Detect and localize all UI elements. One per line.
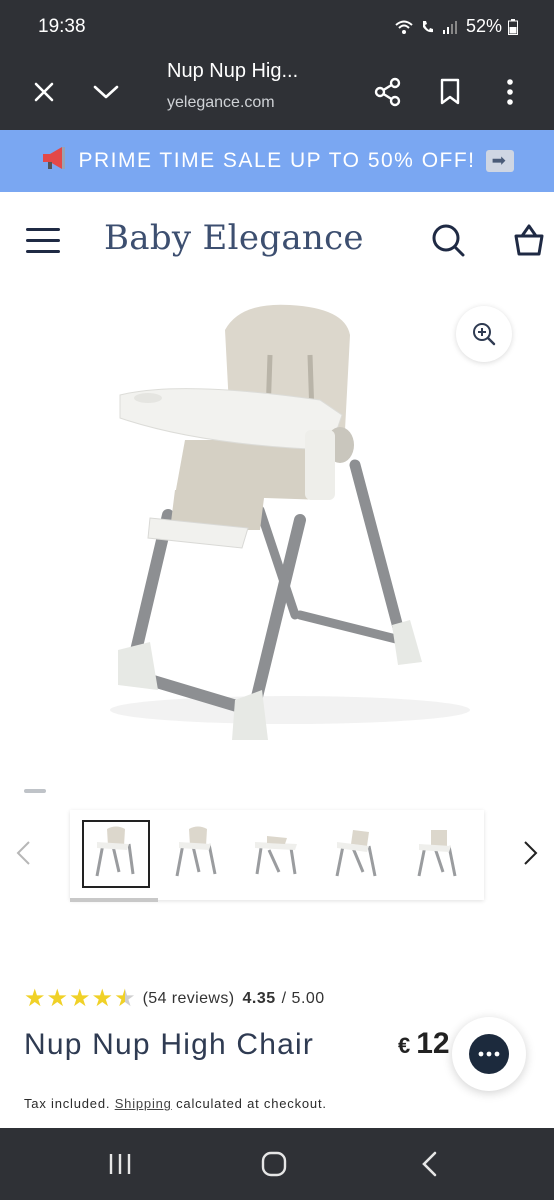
rating-score: 4.35 xyxy=(242,990,276,1007)
bookmark-button[interactable] xyxy=(428,70,472,114)
call-icon xyxy=(422,20,433,32)
thumbnail-1[interactable] xyxy=(82,820,150,888)
page-url[interactable]: yelegance.com xyxy=(167,94,275,112)
wifi-icon xyxy=(395,20,413,34)
search-icon[interactable] xyxy=(430,222,466,258)
thumbnail-next-button[interactable] xyxy=(516,838,544,868)
chat-button[interactable] xyxy=(452,1017,526,1091)
tax-note: Tax included. Shipping calculated at che… xyxy=(24,1096,327,1111)
price-value: 12 xyxy=(416,1027,450,1060)
tax-prefix: Tax included. xyxy=(24,1096,111,1111)
back-icon xyxy=(422,1151,437,1177)
promo-banner[interactable]: PRIME TIME SALE UP TO 50% OFF! ➡ xyxy=(0,130,554,192)
product-title: Nup Nup High Chair xyxy=(24,1028,315,1061)
megaphone-icon xyxy=(40,145,70,177)
product-main-image[interactable] xyxy=(0,290,554,770)
signal-icon xyxy=(442,20,457,34)
thumbnail-scrollbar[interactable] xyxy=(70,898,158,902)
thumbnail-4[interactable] xyxy=(322,820,390,888)
chat-bubble-icon xyxy=(469,1034,509,1074)
half-star-icon: ★ xyxy=(114,985,136,1012)
status-icons: 52% xyxy=(394,16,518,37)
promo-text: PRIME TIME SALE UP TO 50% OFF! xyxy=(78,149,476,172)
brand-logo[interactable]: Baby Elegance xyxy=(104,218,364,258)
share-icon xyxy=(374,77,401,107)
shipping-link[interactable]: Shipping xyxy=(115,1096,172,1111)
bookmark-icon xyxy=(440,78,460,105)
thumbnail-3[interactable] xyxy=(242,820,310,888)
star-icon: ★ xyxy=(69,985,91,1012)
back-button[interactable] xyxy=(410,1146,450,1182)
currency-symbol: € xyxy=(398,1033,411,1058)
browser-toolbar: Nup Nup Hig... yelegance.com xyxy=(0,56,554,130)
recent-apps-button[interactable] xyxy=(100,1146,140,1182)
thumbnail-5[interactable] xyxy=(402,820,470,888)
zoom-button[interactable] xyxy=(456,306,512,362)
star-icon: ★ xyxy=(91,985,114,1012)
system-navigation-bar xyxy=(0,1128,554,1200)
star-icon: ★ xyxy=(46,985,69,1012)
star-rating: ★ ★ ★ ★ ★ xyxy=(24,987,137,1011)
rating-max: / 5.00 xyxy=(281,990,325,1007)
zoom-in-icon xyxy=(473,323,496,346)
hamburger-menu-icon[interactable] xyxy=(26,228,60,254)
minimize-button[interactable] xyxy=(84,70,128,114)
star-icon: ★ xyxy=(24,985,46,1012)
close-icon xyxy=(34,82,54,102)
more-options-button[interactable] xyxy=(488,70,532,114)
chevron-left-icon xyxy=(16,841,30,865)
chevron-down-icon xyxy=(93,85,119,99)
more-vertical-icon xyxy=(507,79,513,105)
home-button[interactable] xyxy=(254,1146,294,1182)
battery-percent: 52% xyxy=(465,16,502,36)
thumbnail-2[interactable] xyxy=(162,820,230,888)
share-button[interactable] xyxy=(366,70,410,114)
thumbnail-carousel xyxy=(70,810,484,902)
tax-suffix: calculated at checkout. xyxy=(176,1096,327,1111)
page-title: Nup Nup Hig... xyxy=(167,60,299,82)
arrow-right-icon: ➡ xyxy=(485,150,514,172)
product-price: €12 xyxy=(398,1027,450,1061)
battery-icon xyxy=(508,18,518,35)
status-bar: 19:38 52% xyxy=(0,0,554,56)
chevron-right-icon xyxy=(524,841,538,865)
status-time: 19:38 xyxy=(38,16,86,37)
slide-indicator xyxy=(24,789,46,793)
product-rating[interactable]: ★ ★ ★ ★ ★ (54 reviews) 4.35 / 5.00 xyxy=(24,987,325,1011)
recent-apps-icon xyxy=(109,1154,131,1174)
thumbnail-prev-button[interactable] xyxy=(10,838,38,868)
basket-icon[interactable] xyxy=(512,222,546,258)
home-icon xyxy=(261,1151,287,1177)
review-count[interactable]: (54 reviews) xyxy=(143,990,235,1008)
site-header: Baby Elegance xyxy=(0,192,554,291)
close-tab-button[interactable] xyxy=(22,70,66,114)
